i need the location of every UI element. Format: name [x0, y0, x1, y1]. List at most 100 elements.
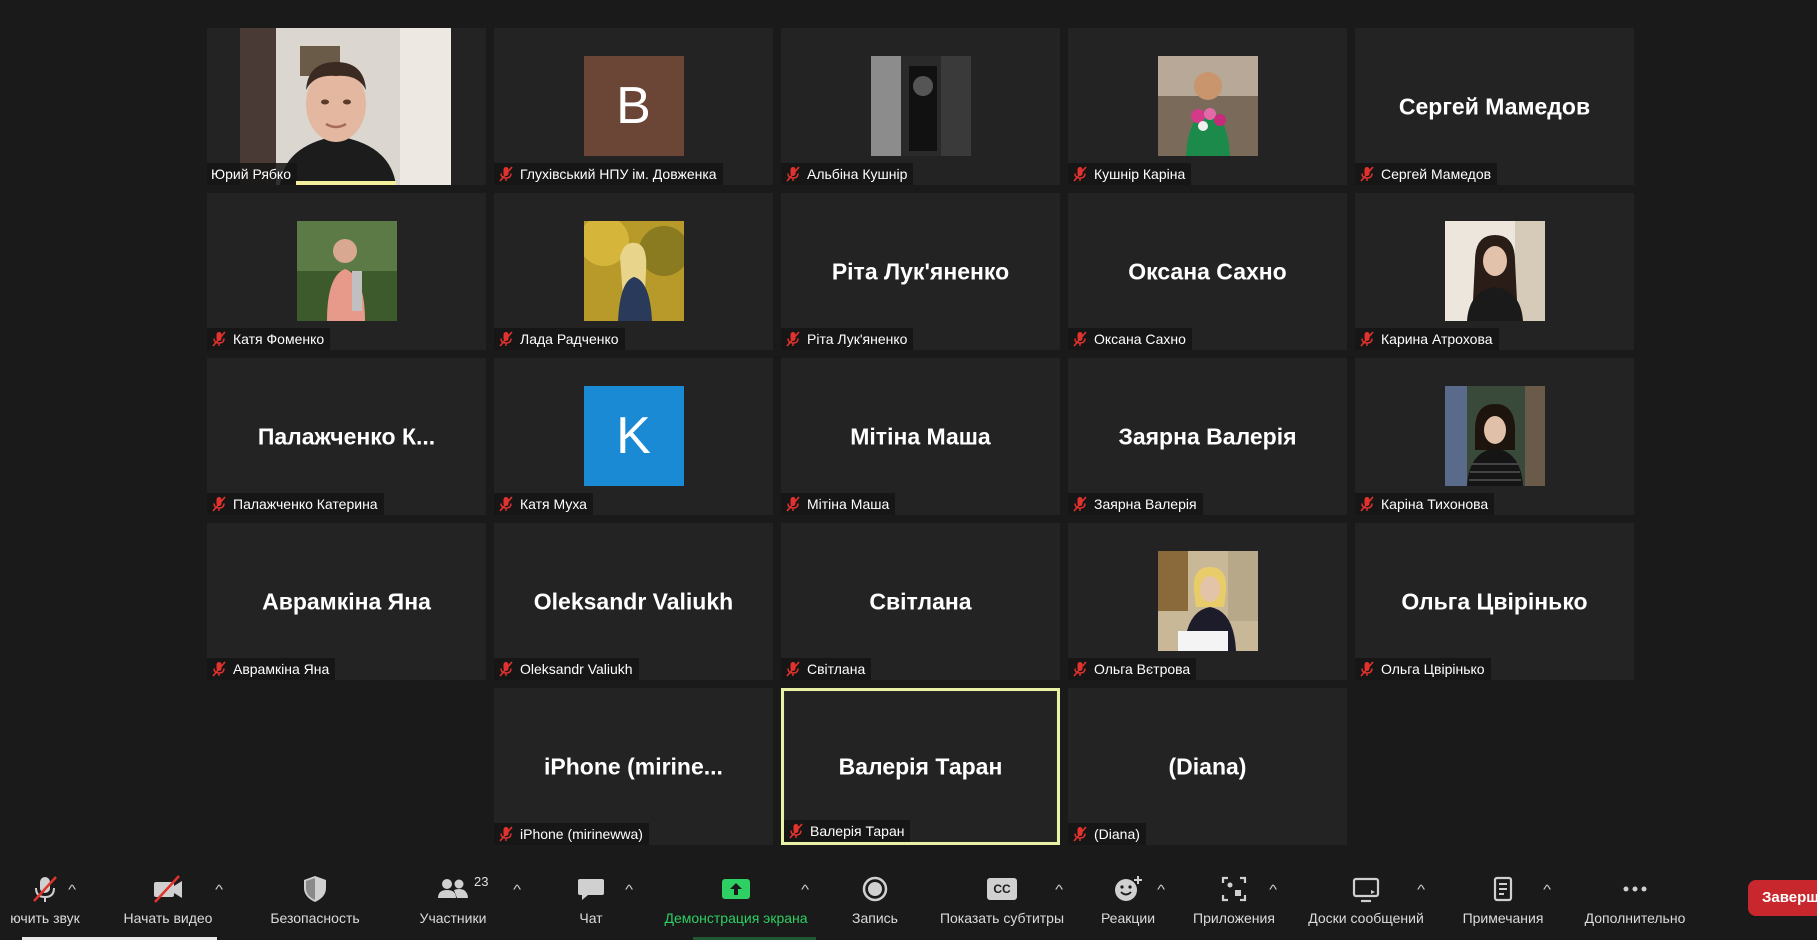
participant-display-name: Аврамкіна Яна: [262, 588, 431, 614]
share-screen-icon: [720, 874, 752, 904]
participant-name-label: Заярна Валерія: [1094, 496, 1197, 512]
participant-tile[interactable]: Катя Фоменко: [207, 193, 486, 350]
participant-display-name: Оксана Сахно: [1128, 258, 1287, 284]
participant-tile[interactable]: Валерія Таран Валерія Таран: [781, 688, 1060, 845]
participant-tile[interactable]: Кушнір Каріна: [1068, 28, 1347, 185]
participant-tile[interactable]: Каріна Тихонова: [1355, 358, 1634, 515]
participant-tile[interactable]: K Катя Муха: [494, 358, 773, 515]
smiley-plus-icon: [1112, 874, 1144, 904]
participant-tile[interactable]: Юрий Рябко: [207, 28, 486, 185]
whiteboards-label: Доски сообщений: [1308, 910, 1424, 926]
participant-nameplate: Глухівський НПУ ім. Довженка: [494, 163, 723, 185]
participant-tile[interactable]: Ольга Вєтрова: [1068, 523, 1347, 680]
reactions-button[interactable]: Реакции: [1090, 860, 1166, 940]
muted-microphone-icon: [498, 661, 514, 677]
participants-button[interactable]: Участники: [408, 860, 498, 940]
muted-microphone-icon: [498, 826, 514, 842]
avatar: K: [583, 386, 684, 486]
participant-name-label: Ріта Лук'яненко: [807, 331, 908, 347]
participant-nameplate: Oleksandr Valiukh: [494, 658, 639, 680]
participant-name-label: Аврамкіна Яна: [233, 661, 330, 677]
participant-name-label: Катя Фоменко: [233, 331, 325, 347]
security-button[interactable]: Безопасность: [260, 860, 370, 940]
captions-button[interactable]: CC Показать субтитры: [930, 860, 1074, 940]
apps-options-caret[interactable]: ^: [1269, 882, 1277, 897]
participant-nameplate: Альбіна Кушнір: [781, 163, 914, 185]
apps-button[interactable]: Приложения: [1188, 860, 1280, 940]
video-options-caret[interactable]: ^: [215, 882, 223, 897]
end-meeting-button[interactable]: Заверш: [1748, 880, 1817, 916]
participant-name-label: Кушнір Каріна: [1094, 166, 1186, 182]
participant-display-name: Мітіна Маша: [850, 423, 991, 449]
mute-options-caret[interactable]: ^: [68, 882, 76, 897]
more-button[interactable]: Дополнительно: [1570, 860, 1700, 940]
participant-nameplate: Палажченко Катерина: [207, 493, 384, 515]
muted-microphone-icon: [1072, 496, 1088, 512]
whiteboards-button[interactable]: Доски сообщений: [1296, 860, 1436, 940]
security-label: Безопасность: [270, 910, 360, 926]
start-video-button[interactable]: Начать видео: [108, 860, 228, 940]
record-icon: [860, 874, 890, 904]
mute-button[interactable]: ючить звук: [0, 860, 90, 940]
muted-microphone-icon: [1072, 661, 1088, 677]
participant-display-name: Заярна Валерія: [1118, 423, 1297, 449]
muted-microphone-icon: [1359, 496, 1375, 512]
share-screen-button[interactable]: Демонстрация экрана: [652, 860, 820, 940]
muted-microphone-icon: [785, 661, 801, 677]
participant-tile[interactable]: Ольга Цвірінько Ольга Цвірінько: [1355, 523, 1634, 680]
participant-tile[interactable]: Мітіна Маша Мітіна Маша: [781, 358, 1060, 515]
muted-microphone-icon: [1359, 331, 1375, 347]
participant-tile[interactable]: Карина Атрохова: [1355, 193, 1634, 350]
participant-nameplate: Сергей Мамедов: [1355, 163, 1498, 185]
participant-tile[interactable]: Ріта Лук'яненко Ріта Лук'яненко: [781, 193, 1060, 350]
participant-tile[interactable]: Оксана Сахно Оксана Сахно: [1068, 193, 1347, 350]
participant-tile[interactable]: (Diana) (Diana): [1068, 688, 1347, 845]
whiteboards-options-caret[interactable]: ^: [1417, 882, 1425, 897]
chat-options-caret[interactable]: ^: [625, 882, 633, 897]
record-button[interactable]: Запись: [838, 860, 912, 940]
participant-display-name: Ріта Лук'яненко: [831, 258, 1010, 284]
participant-nameplate: iPhone (mirinewwa): [494, 823, 649, 845]
participant-tile[interactable]: Заярна Валерія Заярна Валерія: [1068, 358, 1347, 515]
notes-options-caret[interactable]: ^: [1543, 882, 1551, 897]
muted-microphone-icon: [211, 496, 227, 512]
muted-microphone-icon: [785, 331, 801, 347]
participants-count: 23: [474, 874, 489, 889]
participant-nameplate: Ольга Вєтрова: [1068, 658, 1197, 680]
profile-photo: [583, 221, 684, 321]
participant-name-label: Глухівський НПУ ім. Довженка: [520, 166, 717, 182]
mute-label: ючить звук: [10, 910, 80, 926]
chat-bubble-icon: [576, 874, 606, 904]
participant-nameplate: Катя Муха: [494, 493, 593, 515]
notes-button[interactable]: Примечания: [1450, 860, 1556, 940]
participant-nameplate: Ольга Цвірінько: [1355, 658, 1491, 680]
participant-tile[interactable]: Аврамкіна Яна Аврамкіна Яна: [207, 523, 486, 680]
participant-tile[interactable]: iPhone (mirine... iPhone (mirinewwa): [494, 688, 773, 845]
captions-options-caret[interactable]: ^: [1055, 882, 1063, 897]
participant-tile[interactable]: B Глухівський НПУ ім. Довженка: [494, 28, 773, 185]
profile-photo: [1157, 551, 1258, 651]
muted-microphone-icon: [211, 331, 227, 347]
participant-nameplate: Заярна Валерія: [1068, 493, 1203, 515]
participant-tile[interactable]: Світлана Світлана: [781, 523, 1060, 680]
share-options-caret[interactable]: ^: [801, 882, 809, 897]
participant-display-name: iPhone (mirine...: [544, 753, 723, 779]
participant-name-label: Сергей Мамедов: [1381, 166, 1492, 182]
participants-options-caret[interactable]: ^: [513, 882, 521, 897]
participant-tile[interactable]: Сергей Мамедов Сергей Мамедов: [1355, 28, 1634, 185]
captions-label: Показать субтитры: [939, 910, 1065, 926]
participant-name-label: Палажченко Катерина: [233, 496, 378, 512]
whiteboard-icon: [1351, 874, 1381, 904]
participant-tile[interactable]: Палажченко К... Палажченко Катерина: [207, 358, 486, 515]
reactions-options-caret[interactable]: ^: [1157, 882, 1165, 897]
participant-name-label: Валерія Таран: [810, 823, 905, 839]
muted-microphone-icon: [785, 166, 801, 182]
participant-name-label: Катя Муха: [520, 496, 587, 512]
participant-tile[interactable]: Oleksandr Valiukh Oleksandr Valiukh: [494, 523, 773, 680]
participant-video: [240, 28, 451, 185]
participant-nameplate: Світлана: [781, 658, 872, 680]
chat-button[interactable]: Чат: [556, 860, 626, 940]
muted-microphone-icon: [498, 496, 514, 512]
participant-tile[interactable]: Лада Радченко: [494, 193, 773, 350]
participant-tile[interactable]: Альбіна Кушнір: [781, 28, 1060, 185]
